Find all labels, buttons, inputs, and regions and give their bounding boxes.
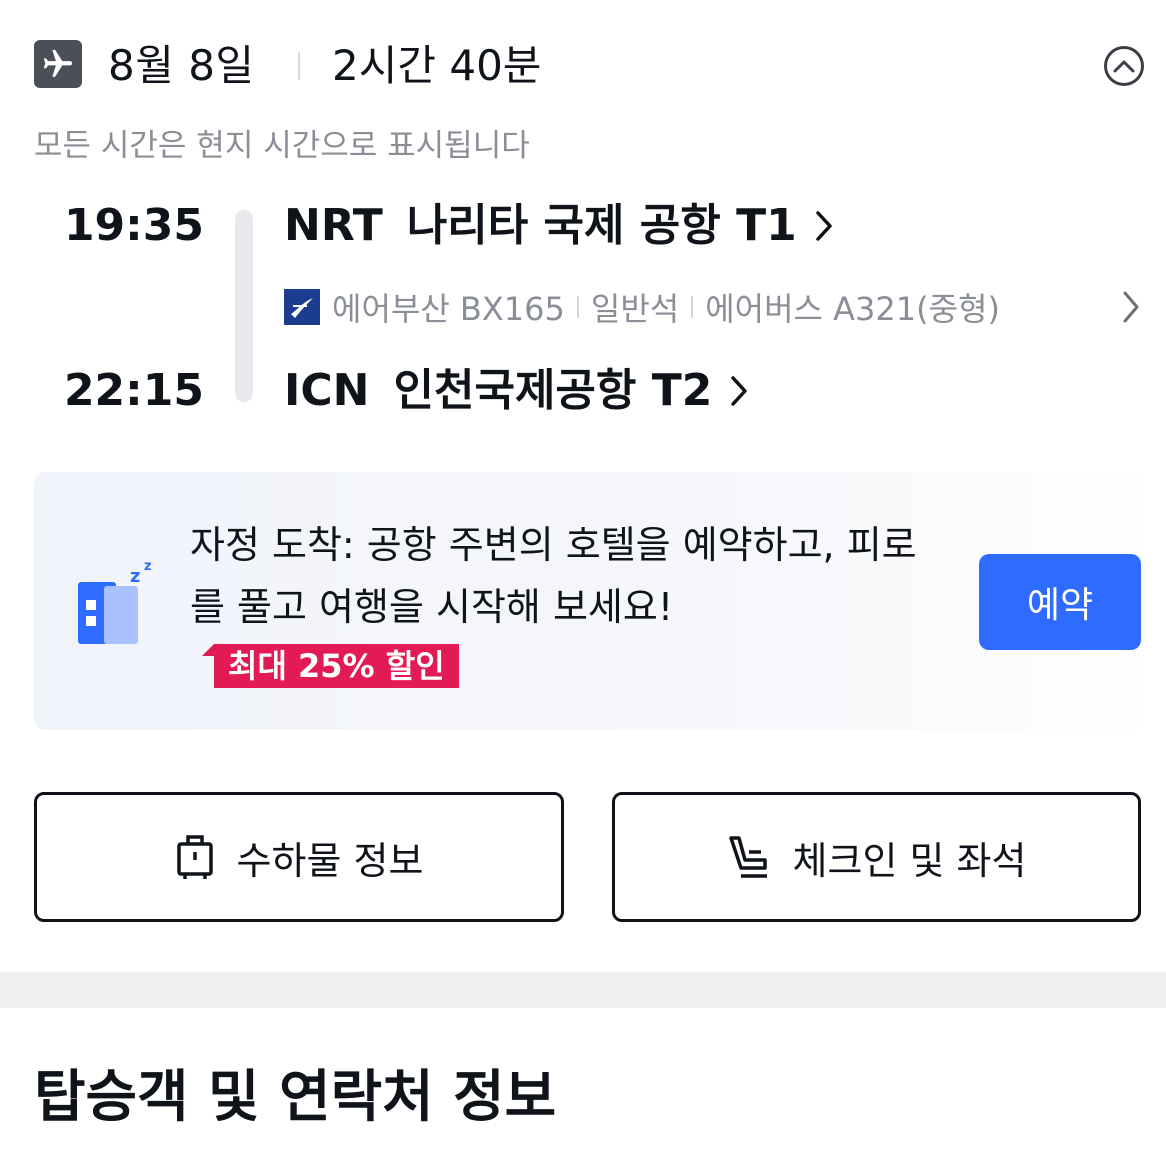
airline-flight-number: 에어부산 BX165 — [332, 290, 565, 328]
promo-message: 자정 도착: 공항 주변의 호텔을 예약하고, 피로를 풀고 여행을 시작해 보… — [190, 523, 917, 629]
header-divider — [298, 52, 300, 80]
seat-icon — [727, 834, 771, 880]
timezone-note: 모든 시간은 현지 시간으로 표시됩니다 — [34, 128, 530, 164]
flight-header: 8월 8일 2시간 40분 — [34, 38, 1144, 94]
luggage-icon — [175, 834, 215, 880]
hotel-promo-card: z z 자정 도착: 공항 주변의 호텔을 예약하고, 피로를 풀고 여행을 시… — [34, 472, 1164, 730]
hotel-sleep-icon: z z — [74, 556, 164, 650]
arrival-airport-code: ICN — [284, 365, 370, 416]
flight-duration: 2시간 40분 — [332, 41, 542, 90]
divider — [576, 296, 579, 318]
chevron-up-circle-icon[interactable] — [1104, 46, 1144, 86]
section-divider — [0, 972, 1166, 1008]
arrival-airport-link[interactable]: ICN 인천국제공항 T2 — [284, 363, 748, 419]
flight-date: 8월 8일 — [108, 41, 255, 90]
book-hotel-button[interactable]: 예약 — [979, 554, 1141, 650]
svg-text:z: z — [130, 566, 140, 587]
departure-airport-code: NRT — [284, 200, 383, 251]
aircraft-type: 에어버스 A321(중형) — [705, 290, 1000, 328]
departure-time: 19:35 — [63, 200, 204, 251]
airline-logo-icon — [284, 289, 320, 325]
baggage-info-label: 수하물 정보 — [236, 838, 424, 883]
arrival-airport-name: 인천국제공항 T2 — [393, 365, 713, 416]
chevron-right-icon — [730, 375, 748, 407]
flight-details-row[interactable]: 에어부산 BX165 일반석 에어버스 A321(중형) — [284, 282, 1140, 332]
flight-timeline — [235, 210, 253, 402]
cabin-class: 일반석 — [590, 290, 680, 328]
arrival-time: 22:15 — [63, 365, 204, 416]
svg-text:z: z — [144, 559, 152, 574]
passenger-contact-section-title: 탑승객 및 연락처 정보 — [34, 1065, 557, 1130]
checkin-seat-label: 체크인 및 좌석 — [792, 838, 1027, 883]
chevron-right-icon — [1122, 290, 1140, 332]
departure-airport-name: 나리타 국제 공항 T1 — [406, 200, 797, 251]
chevron-right-icon — [815, 210, 833, 242]
airplane-icon — [34, 40, 82, 88]
divider — [691, 296, 694, 318]
departure-airport-link[interactable]: NRT 나리타 국제 공항 T1 — [284, 198, 833, 254]
checkin-seat-button[interactable]: 체크인 및 좌석 — [612, 792, 1141, 922]
baggage-info-button[interactable]: 수하물 정보 — [34, 792, 564, 922]
discount-badge: 최대 25% 할인 — [202, 644, 459, 688]
